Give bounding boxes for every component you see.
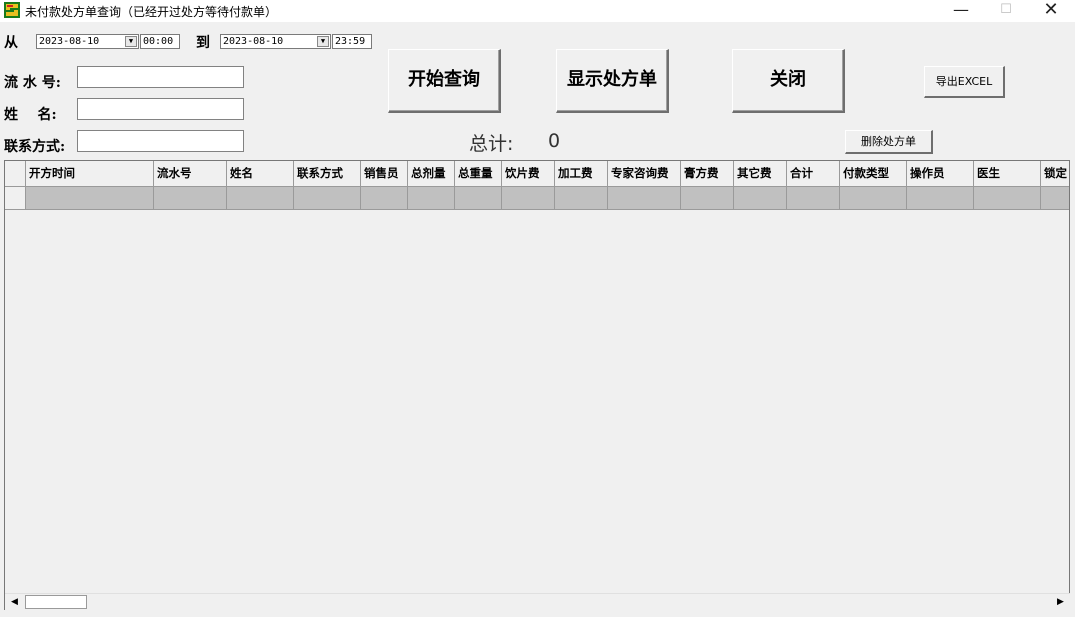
table-cell[interactable] — [408, 187, 455, 210]
col-header[interactable]: 饮片费 — [502, 161, 555, 187]
scrollbar-thumb[interactable] — [25, 595, 87, 609]
table-cell[interactable] — [907, 187, 974, 210]
table-cell[interactable] — [154, 187, 227, 210]
chevron-down-icon[interactable]: ▼ — [125, 36, 137, 47]
table-cell[interactable] — [26, 187, 154, 210]
table-row[interactable] — [5, 187, 1069, 210]
col-header[interactable]: 付款类型 — [840, 161, 907, 187]
table-cell[interactable] — [787, 187, 840, 210]
window-title: 未付款处方单查询（已经开过处方等待付款单） — [25, 5, 278, 19]
table-cell[interactable] — [974, 187, 1041, 210]
minimize-button[interactable]: — — [938, 0, 984, 22]
table-cell[interactable] — [734, 187, 787, 210]
to-date-value: 2023-08-10 — [223, 36, 284, 47]
table-cell[interactable] — [681, 187, 734, 210]
col-header[interactable]: 医生 — [974, 161, 1041, 187]
grid-header-row: 开方时间 流水号 姓名 联系方式 销售员 总剂量 总重量 饮片费 加工费 专家咨… — [5, 161, 1069, 187]
serial-input[interactable] — [77, 66, 244, 88]
maximize-button[interactable]: ☐ — [983, 0, 1029, 22]
horizontal-scrollbar[interactable]: ◀ ▶ — [5, 593, 1070, 611]
contact-input[interactable] — [77, 130, 244, 152]
col-header[interactable]: 流水号 — [154, 161, 227, 187]
to-label: 到 — [196, 35, 210, 51]
from-date-picker[interactable]: 2023-08-10 ▼ — [36, 34, 139, 49]
total-label: 总计: — [469, 133, 514, 155]
row-selector[interactable] — [5, 187, 26, 210]
col-header[interactable]: 开方时间 — [26, 161, 154, 187]
arrow-left-icon[interactable]: ◀ — [7, 595, 22, 610]
table-cell[interactable] — [227, 187, 294, 210]
title-bar: 未付款处方单查询（已经开过处方等待付款单） — ☐ ✕ — [0, 0, 1075, 22]
col-header[interactable]: 专家咨询费 — [608, 161, 681, 187]
col-header[interactable]: 销售员 — [361, 161, 408, 187]
table-cell[interactable] — [608, 187, 681, 210]
col-header[interactable]: 姓名 — [227, 161, 294, 187]
to-time-input[interactable]: 23:59 — [332, 34, 372, 49]
serial-label: 流 水 号: — [4, 75, 61, 91]
name-label: 姓 名: — [4, 107, 57, 123]
from-label: 从 — [4, 35, 18, 51]
prescription-grid[interactable]: 开方时间 流水号 姓名 联系方式 销售员 总剂量 总重量 饮片费 加工费 专家咨… — [4, 160, 1070, 610]
col-header[interactable]: 总剂量 — [408, 161, 455, 187]
col-header[interactable]: 锁定 — [1041, 161, 1069, 187]
export-excel-button[interactable]: 导出EXCEL — [924, 66, 1005, 98]
col-header[interactable]: 总重量 — [455, 161, 502, 187]
from-date-value: 2023-08-10 — [39, 36, 100, 47]
arrow-right-icon[interactable]: ▶ — [1053, 595, 1068, 610]
close-button[interactable]: 关闭 — [732, 49, 845, 113]
col-header[interactable]: 加工费 — [555, 161, 608, 187]
col-header[interactable]: 操作员 — [907, 161, 974, 187]
col-header[interactable]: 膏方费 — [681, 161, 734, 187]
chevron-down-icon[interactable]: ▼ — [317, 36, 329, 47]
table-cell[interactable] — [555, 187, 608, 210]
table-cell[interactable] — [502, 187, 555, 210]
table-cell[interactable] — [455, 187, 502, 210]
col-header[interactable]: 联系方式 — [294, 161, 361, 187]
col-header[interactable]: 合计 — [787, 161, 840, 187]
app-icon — [4, 2, 20, 18]
to-date-picker[interactable]: 2023-08-10 ▼ — [220, 34, 331, 49]
table-cell[interactable] — [1041, 187, 1069, 210]
contact-label: 联系方式: — [4, 139, 66, 155]
row-selector-header — [5, 161, 26, 187]
col-header[interactable]: 其它费 — [734, 161, 787, 187]
close-window-button[interactable]: ✕ — [1028, 0, 1074, 22]
delete-prescription-button[interactable]: 删除处方单 — [845, 130, 933, 154]
table-cell[interactable] — [361, 187, 408, 210]
table-cell[interactable] — [294, 187, 361, 210]
show-prescription-button[interactable]: 显示处方单 — [556, 49, 669, 113]
total-value: 0 — [548, 130, 561, 152]
table-cell[interactable] — [840, 187, 907, 210]
name-input[interactable] — [77, 98, 244, 120]
search-button[interactable]: 开始查询 — [388, 49, 501, 113]
from-time-input[interactable]: 00:00 — [140, 34, 180, 49]
